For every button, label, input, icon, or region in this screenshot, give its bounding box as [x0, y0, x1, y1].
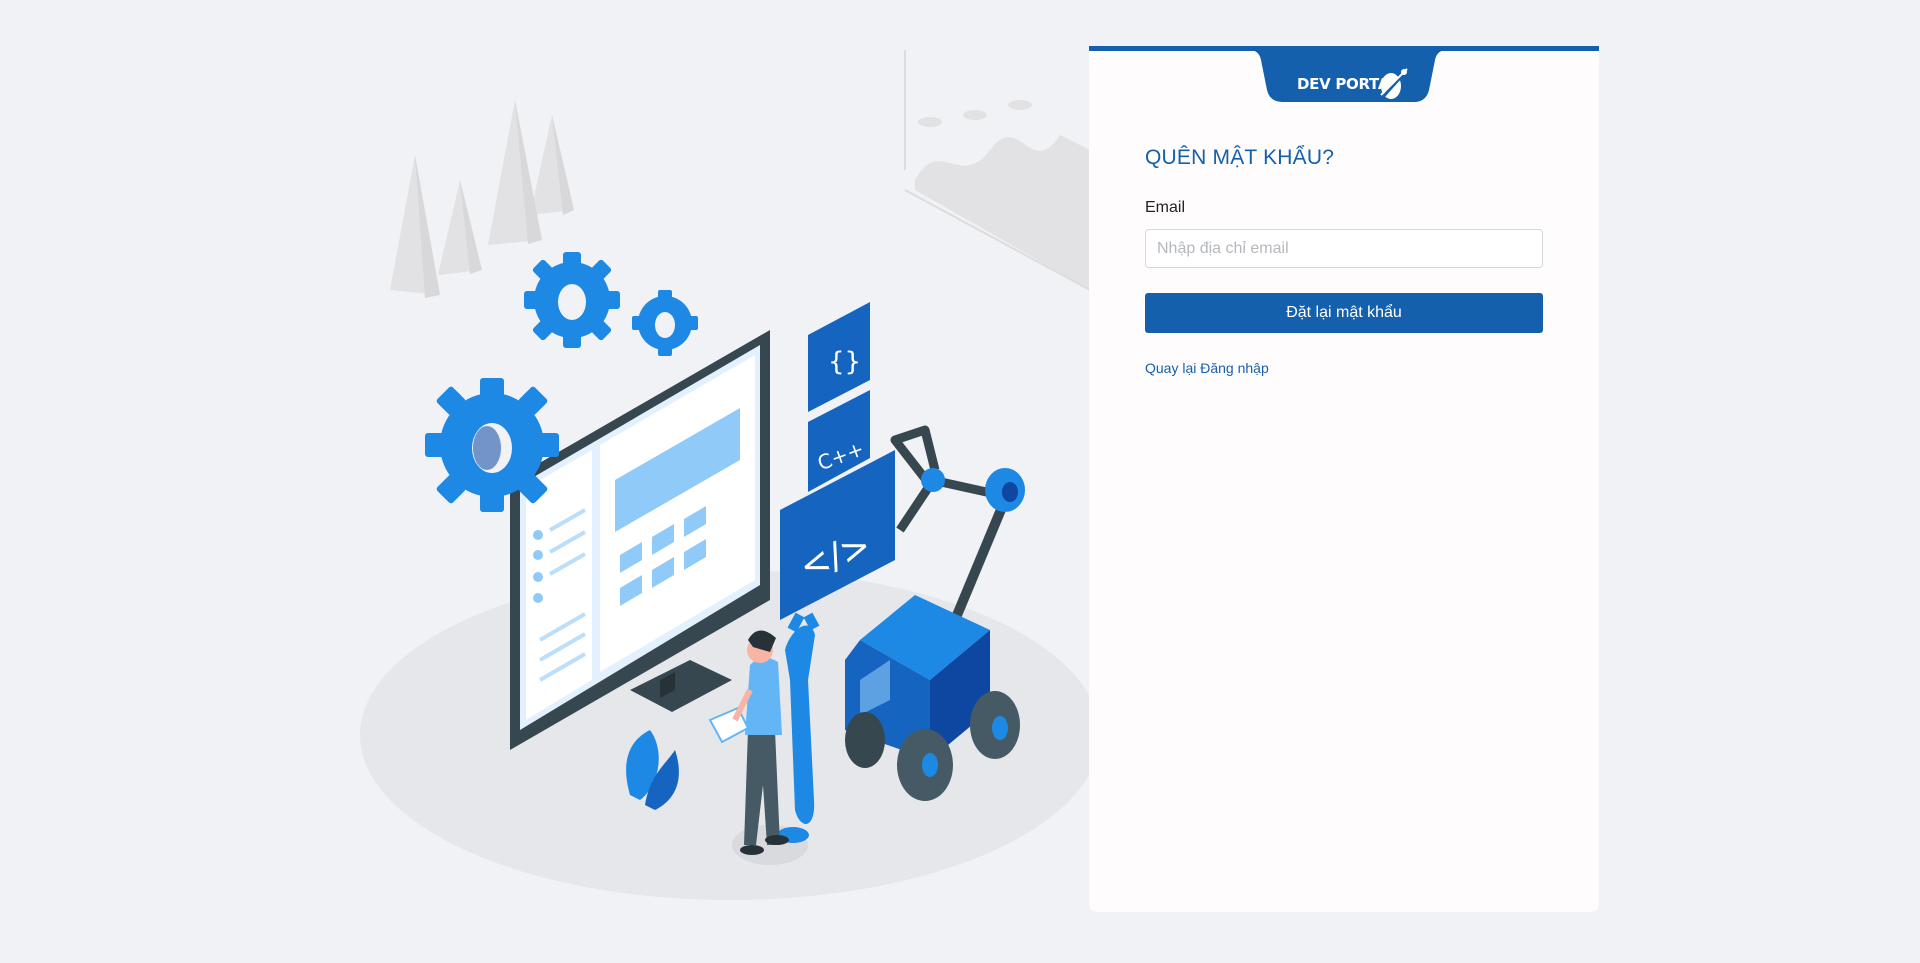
gear-icon: [632, 290, 698, 356]
email-field[interactable]: [1145, 229, 1543, 268]
forgot-password-card: DEV PORTAL QUÊN MẬT KHẨU? Email Đặt lại …: [1089, 46, 1599, 912]
developer-illustration: {} C++ </>: [360, 50, 1090, 900]
page-title: QUÊN MẬT KHẨU?: [1145, 146, 1335, 169]
reset-password-button[interactable]: Đặt lại mật khẩu: [1145, 293, 1543, 333]
back-to-login-link[interactable]: Quay lại Đăng nhập: [1145, 360, 1269, 376]
wave-decoration: [904, 50, 1090, 291]
forgot-password-page: {} C++ </> DEV PORTAL QUÊN MẬT KHẨU? Ema…: [0, 0, 1920, 963]
brand-header-tab: [1249, 46, 1447, 102]
brand-logo-icon: [1380, 68, 1409, 99]
code-tile-label: {}: [828, 347, 861, 377]
email-label: Email: [1145, 199, 1186, 216]
gear-icon: [524, 252, 620, 348]
gear-icon: [425, 378, 559, 512]
